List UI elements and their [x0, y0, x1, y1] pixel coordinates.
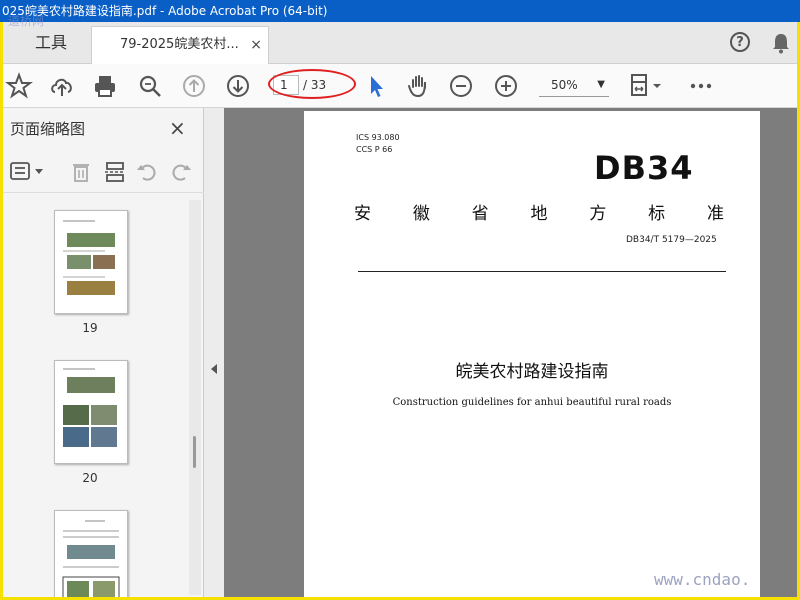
hand-icon[interactable]	[405, 72, 433, 100]
next-page-icon[interactable]	[224, 72, 252, 100]
heading-char: 徽	[412, 204, 430, 224]
prev-page-icon[interactable]	[180, 72, 208, 100]
more-icon[interactable]	[687, 72, 715, 100]
panel-title: 页面缩略图	[10, 120, 86, 138]
window-title: 025皖美农村路建设指南.pdf - Adobe Acrobat Pro (64…	[0, 0, 800, 22]
tab-bar: 工具 79-2025皖美农村... × ?	[3, 22, 797, 64]
zoom-out-icon[interactable]	[447, 72, 475, 100]
upload-cloud-icon[interactable]	[48, 72, 76, 100]
thumbnail-page-label: 19	[82, 321, 98, 335]
heading-char: 地	[530, 204, 548, 224]
watermark-top: 道桥网	[8, 14, 45, 28]
page-thumbnail[interactable]	[54, 210, 128, 314]
tab-document[interactable]: 79-2025皖美农村... ×	[91, 26, 269, 64]
thumbnail-list: 19 20	[3, 194, 189, 597]
help-icon[interactable]: ?	[730, 32, 750, 52]
heading-char: 标	[648, 204, 666, 224]
heading-char: 安	[354, 204, 371, 224]
close-tab-icon[interactable]: ×	[250, 27, 262, 63]
highlight-annotation-oval	[268, 69, 356, 99]
zoom-value: 50%	[551, 78, 578, 92]
close-panel-icon[interactable]: ×	[169, 116, 186, 140]
zoom-select[interactable]: 50% ▼	[539, 73, 609, 97]
ics-code: ICS 93.080	[356, 133, 400, 142]
scrollbar-thumb[interactable]	[193, 436, 196, 468]
heading-char: 准	[706, 204, 724, 224]
divider	[358, 271, 726, 272]
page-thumbnail[interactable]	[54, 510, 128, 597]
thumbnail-scrollbar[interactable]	[189, 200, 201, 595]
heading-char: 方	[589, 204, 607, 224]
viewer-margin	[760, 111, 797, 597]
standard-badge: DB34	[594, 149, 694, 187]
rotate-left-icon[interactable]	[135, 160, 159, 184]
insert-page-icon[interactable]	[103, 160, 127, 184]
watermark-bottom: www.cndao.	[654, 570, 751, 589]
rotate-right-icon[interactable]	[169, 160, 193, 184]
delete-page-icon[interactable]	[69, 160, 93, 184]
select-cursor-icon[interactable]	[362, 72, 390, 100]
bell-icon[interactable]	[772, 32, 790, 54]
pdf-page: ICS 93.080 CCS P 66 DB34 安 徽 省 地 方 标 准 D…	[304, 111, 760, 597]
thumbnail-page-label: 20	[82, 471, 98, 485]
collapse-arrow-icon	[211, 364, 217, 374]
standard-number: DB34/T 5179—2025	[626, 235, 717, 245]
thumbnail-options-icon[interactable]	[9, 160, 45, 184]
chevron-down-icon: ▼	[597, 79, 605, 90]
ccs-code: CCS P 66	[356, 145, 393, 154]
print-icon[interactable]	[91, 72, 119, 100]
panel-toolbar	[3, 152, 204, 193]
province-standard-heading: 安 徽 省 地 方 标 准	[354, 199, 724, 224]
heading-char: 省	[471, 204, 489, 224]
page-thumbnail[interactable]	[54, 360, 128, 464]
document-title-cn: 皖美农村路建设指南	[455, 362, 609, 382]
bookmark-star-icon[interactable]	[5, 72, 33, 100]
zoom-search-icon[interactable]	[136, 72, 164, 100]
tab-document-label: 79-2025皖美农村...	[120, 37, 239, 52]
document-title-en: Construction guidelines for anhui beauti…	[392, 397, 672, 408]
page-fit-icon[interactable]	[629, 72, 665, 100]
zoom-in-icon[interactable]	[492, 72, 520, 100]
toolbar: 1 / 33 50% ▼	[3, 64, 797, 108]
thumbnails-panel: 页面缩略图 × 19 20	[3, 108, 204, 597]
collapse-panel-handle[interactable]	[204, 108, 224, 597]
